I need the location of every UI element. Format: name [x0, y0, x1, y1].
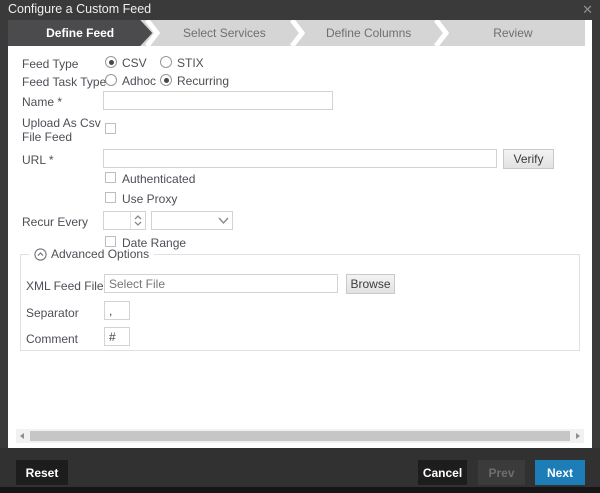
- url-label: URL *: [22, 153, 54, 167]
- configure-custom-feed-dialog: Configure a Custom Feed ✕ Define Feed Se…: [0, 0, 600, 493]
- upload-csv-label-line1: Upload As Csv: [22, 116, 101, 130]
- advanced-options-fieldset: Advanced Options XML Feed File Browse Se…: [20, 247, 580, 351]
- separator-input[interactable]: [104, 301, 130, 320]
- wizard-steps-bar: Define Feed Select Services Define Colum…: [8, 20, 585, 46]
- verify-button[interactable]: Verify: [503, 149, 554, 169]
- prev-button[interactable]: Prev: [478, 460, 525, 485]
- dialog-footer: Reset Cancel Prev Next: [0, 448, 600, 493]
- footer-bottom-strip: [0, 487, 600, 493]
- cancel-button[interactable]: Cancel: [418, 460, 467, 485]
- stepper-up-down-icon[interactable]: [130, 212, 145, 229]
- feed-type-csv-radio[interactable]: [105, 56, 117, 68]
- feed-type-label: Feed Type: [22, 57, 79, 71]
- close-icon[interactable]: ✕: [582, 1, 593, 19]
- feed-type-stix-label[interactable]: STIX: [177, 57, 204, 70]
- recur-every-label: Recur Every: [22, 215, 89, 229]
- comment-input[interactable]: [104, 327, 130, 346]
- recur-unit-dropdown[interactable]: [151, 211, 233, 230]
- collapse-chevron-circle-icon[interactable]: [34, 248, 47, 261]
- xml-feed-file-input[interactable]: [104, 274, 338, 293]
- comment-label: Comment: [26, 332, 79, 346]
- authenticated-label[interactable]: Authenticated: [122, 173, 195, 186]
- feed-task-adhoc-radio[interactable]: [105, 74, 117, 86]
- wizard-step-review[interactable]: Review: [441, 20, 585, 46]
- separator-label: Separator: [26, 306, 79, 320]
- use-proxy-checkbox[interactable]: [105, 192, 116, 203]
- advanced-options-title: Advanced Options: [51, 247, 150, 261]
- name-label: Name *: [22, 95, 63, 109]
- name-input[interactable]: [103, 91, 333, 110]
- browse-button[interactable]: Browse: [346, 274, 395, 294]
- dialog-title: Configure a Custom Feed: [8, 2, 152, 16]
- feed-task-recurring-label[interactable]: Recurring: [177, 75, 229, 88]
- wizard-step-select-services[interactable]: Select Services: [152, 20, 296, 46]
- scrollbar-thumb[interactable]: [30, 431, 570, 441]
- use-proxy-label[interactable]: Use Proxy: [122, 193, 177, 206]
- advanced-options-legend: Advanced Options: [29, 247, 155, 261]
- feed-task-adhoc-label[interactable]: Adhoc: [122, 75, 156, 88]
- reset-button[interactable]: Reset: [16, 460, 68, 485]
- scroll-right-icon[interactable]: [576, 433, 580, 439]
- upload-csv-checkbox[interactable]: [105, 123, 116, 134]
- date-range-checkbox[interactable]: [105, 236, 116, 247]
- scroll-left-icon[interactable]: [20, 433, 24, 439]
- dialog-titlebar: Configure a Custom Feed ✕: [0, 0, 600, 20]
- feed-type-stix-radio[interactable]: [160, 56, 172, 68]
- upload-csv-label-line2: File Feed: [22, 130, 73, 144]
- recur-every-value-input[interactable]: [104, 212, 130, 229]
- feed-type-csv-label[interactable]: CSV: [122, 57, 147, 70]
- dialog-content: Define Feed Select Services Define Colum…: [8, 20, 592, 448]
- feed-task-recurring-radio[interactable]: [160, 74, 172, 86]
- recur-every-stepper: [103, 211, 146, 230]
- recur-unit-selected-value: [152, 214, 156, 228]
- feed-task-type-label: Feed Task Type: [22, 75, 107, 89]
- authenticated-checkbox[interactable]: [105, 172, 116, 183]
- next-button[interactable]: Next: [535, 460, 585, 485]
- horizontal-scrollbar[interactable]: [16, 429, 584, 443]
- xml-feed-file-label: XML Feed File: [26, 279, 104, 293]
- url-input[interactable]: [103, 149, 497, 168]
- chevron-down-icon: [218, 217, 229, 225]
- wizard-step-define-feed[interactable]: Define Feed: [8, 20, 152, 46]
- wizard-step-define-columns[interactable]: Define Columns: [297, 20, 441, 46]
